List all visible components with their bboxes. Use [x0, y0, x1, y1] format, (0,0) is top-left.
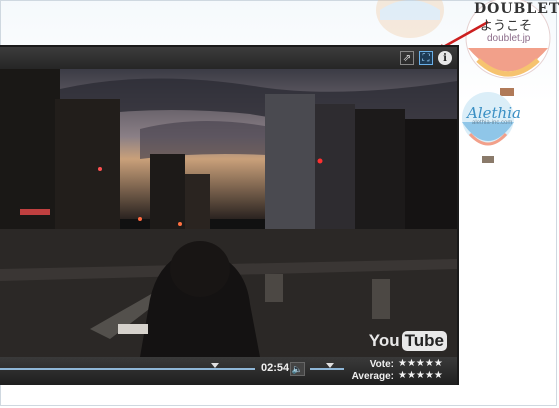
youtube-logo-tube: Tube [401, 331, 447, 351]
player-topbar: ⇗ ⛶ i [0, 47, 457, 69]
video-player: ⇗ ⛶ i You Tube 02:54 🔈 Vote: Average: ★★… [0, 45, 459, 385]
progress-bar[interactable] [0, 368, 255, 370]
volume-handle-icon[interactable] [326, 363, 334, 368]
alethia-url[interactable]: alethia-inc.com [472, 120, 512, 126]
player-controls: 02:54 🔈 Vote: Average: ★★★★★ ★★★★★ [0, 357, 457, 385]
youtube-logo-you: You [368, 331, 400, 350]
youtube-logo[interactable]: You Tube [369, 331, 447, 351]
fullscreen-icon: ⛶ [422, 52, 430, 64]
video-frame[interactable]: You Tube [0, 69, 457, 357]
doublet-url[interactable]: doublet.jp [487, 33, 530, 44]
volume-button[interactable]: 🔈 [290, 362, 305, 376]
vote-stars[interactable]: ★★★★★ [398, 358, 443, 369]
info-button[interactable]: i [438, 51, 452, 65]
volume-slider[interactable] [310, 368, 344, 370]
popout-icon: ⇗ [402, 52, 412, 64]
fullscreen-button[interactable]: ⛶ [419, 51, 433, 65]
average-label: Average: [351, 371, 394, 382]
vote-label: Vote: [369, 359, 394, 370]
video-scene [0, 69, 457, 357]
average-stars: ★★★★★ [398, 370, 443, 381]
doublet-greeting: ようこそ [480, 18, 533, 33]
speaker-icon: 🔈 [291, 363, 304, 374]
progress-handle-icon[interactable] [211, 363, 219, 368]
popout-button[interactable]: ⇗ [400, 51, 414, 65]
playback-time: 02:54 [261, 362, 290, 374]
